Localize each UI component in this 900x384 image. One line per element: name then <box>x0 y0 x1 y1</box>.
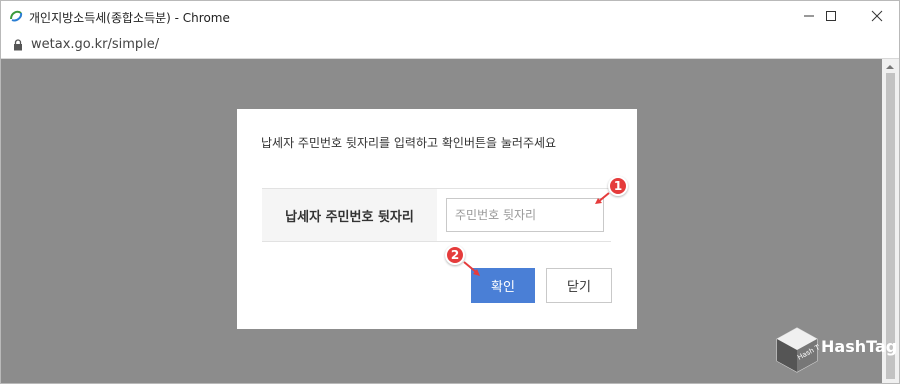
url-text[interactable]: wetax.go.kr/simple/ <box>31 37 159 52</box>
scroll-up-arrow-icon[interactable] <box>886 63 894 71</box>
form-row: 납세자 주민번호 뒷자리 <box>262 188 611 242</box>
lock-icon <box>14 39 22 51</box>
resident-number-input[interactable] <box>446 198 604 232</box>
close-icon <box>871 10 883 22</box>
watermark-text: HashTag <box>821 337 898 356</box>
address-bar[interactable]: wetax.go.kr/simple/ <box>1 31 899 59</box>
maximize-button[interactable] <box>813 1 849 31</box>
dialog-message: 납세자 주민번호 뒷자리를 입력하고 확인버튼을 눌러주세요 <box>261 136 557 150</box>
annotation-arrow-1-icon <box>595 192 610 204</box>
maximize-icon <box>826 11 836 21</box>
field-label-cell: 납세자 주민번호 뒷자리 <box>262 189 437 241</box>
annotation-arrow-2-icon <box>463 261 480 276</box>
scrollbar[interactable] <box>882 59 899 383</box>
close-window-button[interactable] <box>859 1 895 31</box>
browser-logo-icon <box>10 10 23 22</box>
scroll-thumb[interactable] <box>886 73 895 379</box>
field-label: 납세자 주민번호 뒷자리 <box>285 209 414 225</box>
window-title: 개인지방소득세(종합소득분) - Chrome <box>29 11 230 25</box>
browser-window: 개인지방소득세(종합소득분) - Chrome wetax.go.kr/simp… <box>0 0 900 384</box>
hashtag-logo-icon: Hash Tag <box>776 327 819 373</box>
dialog: 납세자 주민번호 뒷자리를 입력하고 확인버튼을 눌러주세요 납세자 주민번호 … <box>237 109 637 329</box>
title-bar: 개인지방소득세(종합소득분) - Chrome <box>1 1 899 31</box>
close-button[interactable]: 닫기 <box>546 268 612 303</box>
